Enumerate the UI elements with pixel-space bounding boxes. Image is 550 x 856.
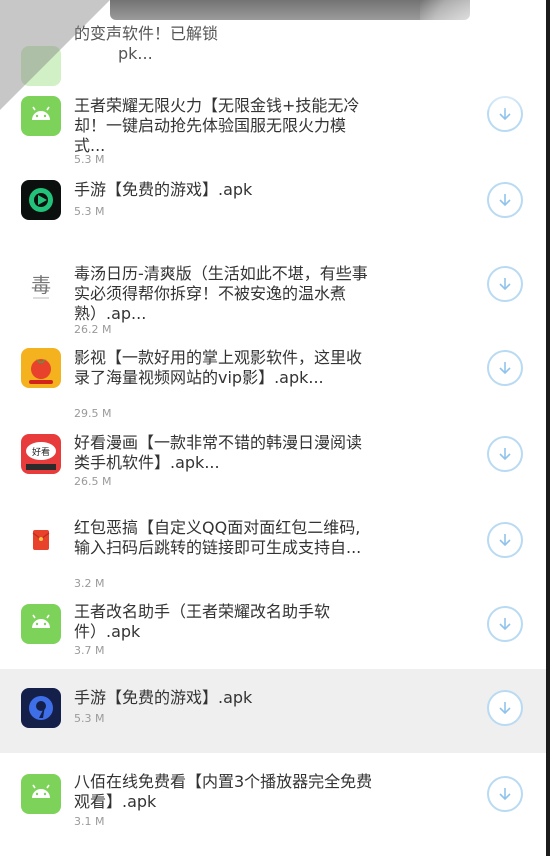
file-title: 手游【免费的游戏】.apk xyxy=(74,180,253,199)
game-app-icon xyxy=(21,180,61,220)
download-arrow-icon xyxy=(499,534,511,547)
list-item[interactable]: 王者改名助手（王者荣耀改名助手软件）.apk 3.7 M xyxy=(0,600,550,668)
download-arrow-icon xyxy=(499,618,511,631)
file-size: 5.3 M xyxy=(74,205,105,218)
download-arrow-icon xyxy=(499,702,511,715)
comic-app-icon: 好看 xyxy=(21,434,61,474)
file-title: 手游【免费的游戏】.apk xyxy=(74,688,253,707)
file-title: 红包恶搞【自定义QQ面对面红包二维码,输入扫码后跳转的链接即可生成支持自... xyxy=(74,518,362,557)
file-size: 3.1 M xyxy=(74,815,105,828)
download-button[interactable] xyxy=(487,522,523,558)
file-size: 29.5 M xyxy=(74,407,112,420)
file-title: 的变声软件！已解锁 xyxy=(74,24,219,43)
list-item[interactable]: 影视【一款好用的掌上观影软件，这里收录了海量视频网站的vip影】.apk... … xyxy=(0,344,550,426)
download-arrow-icon xyxy=(499,362,511,375)
file-title: 好看漫画【一款非常不错的韩漫日漫阅读类手机软件】.apk... xyxy=(74,433,363,472)
screen-edge xyxy=(546,0,550,856)
file-size: 26.5 M xyxy=(74,475,112,488)
download-button[interactable] xyxy=(487,436,523,472)
tomato-video-app-icon xyxy=(21,348,61,388)
download-button[interactable] xyxy=(487,350,523,386)
svg-text:毒: 毒 xyxy=(31,273,51,297)
file-list: 的变声软件！已解锁 pk... 王者荣耀无限火力【无限金钱+技能无冷却！一键启动… xyxy=(0,0,550,856)
file-title: 王者改名助手（王者荣耀改名助手软件）.apk xyxy=(74,602,331,641)
list-item[interactable]: 毒 毒汤日历-清爽版（生活如此不堪，有些事实必须得帮你拆穿！不被安逸的温水煮熟）… xyxy=(0,258,550,338)
file-size: 5.3 M xyxy=(74,153,105,166)
download-button[interactable] xyxy=(487,690,523,726)
list-item[interactable]: 手游【免费的游戏】.apk 5.3 M xyxy=(0,178,550,242)
file-title: 影视【一款好用的掌上观影软件，这里收录了海量视频网站的vip影】.apk... xyxy=(74,348,363,387)
file-title-continued: pk... xyxy=(118,44,153,63)
file-size: 3.7 M xyxy=(74,644,105,657)
download-button[interactable] xyxy=(487,776,523,812)
file-title: 八佰在线免费看【内置3个播放器完全免费观看】.apk xyxy=(74,772,373,811)
top-right-glare-overlay xyxy=(420,0,550,110)
download-arrow-icon xyxy=(499,448,511,461)
red-envelope-app-icon xyxy=(21,520,61,560)
download-arrow-icon xyxy=(499,194,511,207)
list-item[interactable]: 红包恶搞【自定义QQ面对面红包二维码,输入扫码后跳转的链接即可生成支持自... … xyxy=(0,512,550,596)
file-size: 3.2 M xyxy=(74,577,105,590)
svg-text:好看: 好看 xyxy=(32,446,50,458)
file-size: 5.3 M xyxy=(74,712,105,725)
download-button[interactable] xyxy=(487,266,523,302)
file-title: 王者荣耀无限火力【无限金钱+技能无冷却！一键启动抢先体验国服无限火力模式... xyxy=(74,96,360,155)
download-arrow-icon xyxy=(499,788,511,801)
list-item[interactable]: 手游【免费的游戏】.apk 5.3 M xyxy=(0,669,550,753)
android-icon xyxy=(21,604,61,644)
game-blue-app-icon xyxy=(21,688,61,728)
list-item[interactable]: 八佰在线免费看【内置3个播放器完全免费观看】.apk 3.1 M xyxy=(0,760,550,856)
android-icon xyxy=(21,774,61,814)
download-button[interactable] xyxy=(487,182,523,218)
list-item[interactable]: 好看 好看漫画【一款非常不错的韩漫日漫阅读类手机软件】.apk... 26.5 … xyxy=(0,430,550,500)
download-arrow-icon xyxy=(499,278,511,291)
file-size: 26.2 M xyxy=(74,323,112,336)
top-left-shadow-overlay xyxy=(0,0,110,110)
calendar-app-icon: 毒 xyxy=(21,266,61,306)
file-title: 毒汤日历-清爽版（生活如此不堪，有些事实必须得帮你拆穿！不被安逸的温水煮熟）.a… xyxy=(74,264,368,323)
top-banner-overlay xyxy=(110,0,470,20)
download-button[interactable] xyxy=(487,606,523,642)
